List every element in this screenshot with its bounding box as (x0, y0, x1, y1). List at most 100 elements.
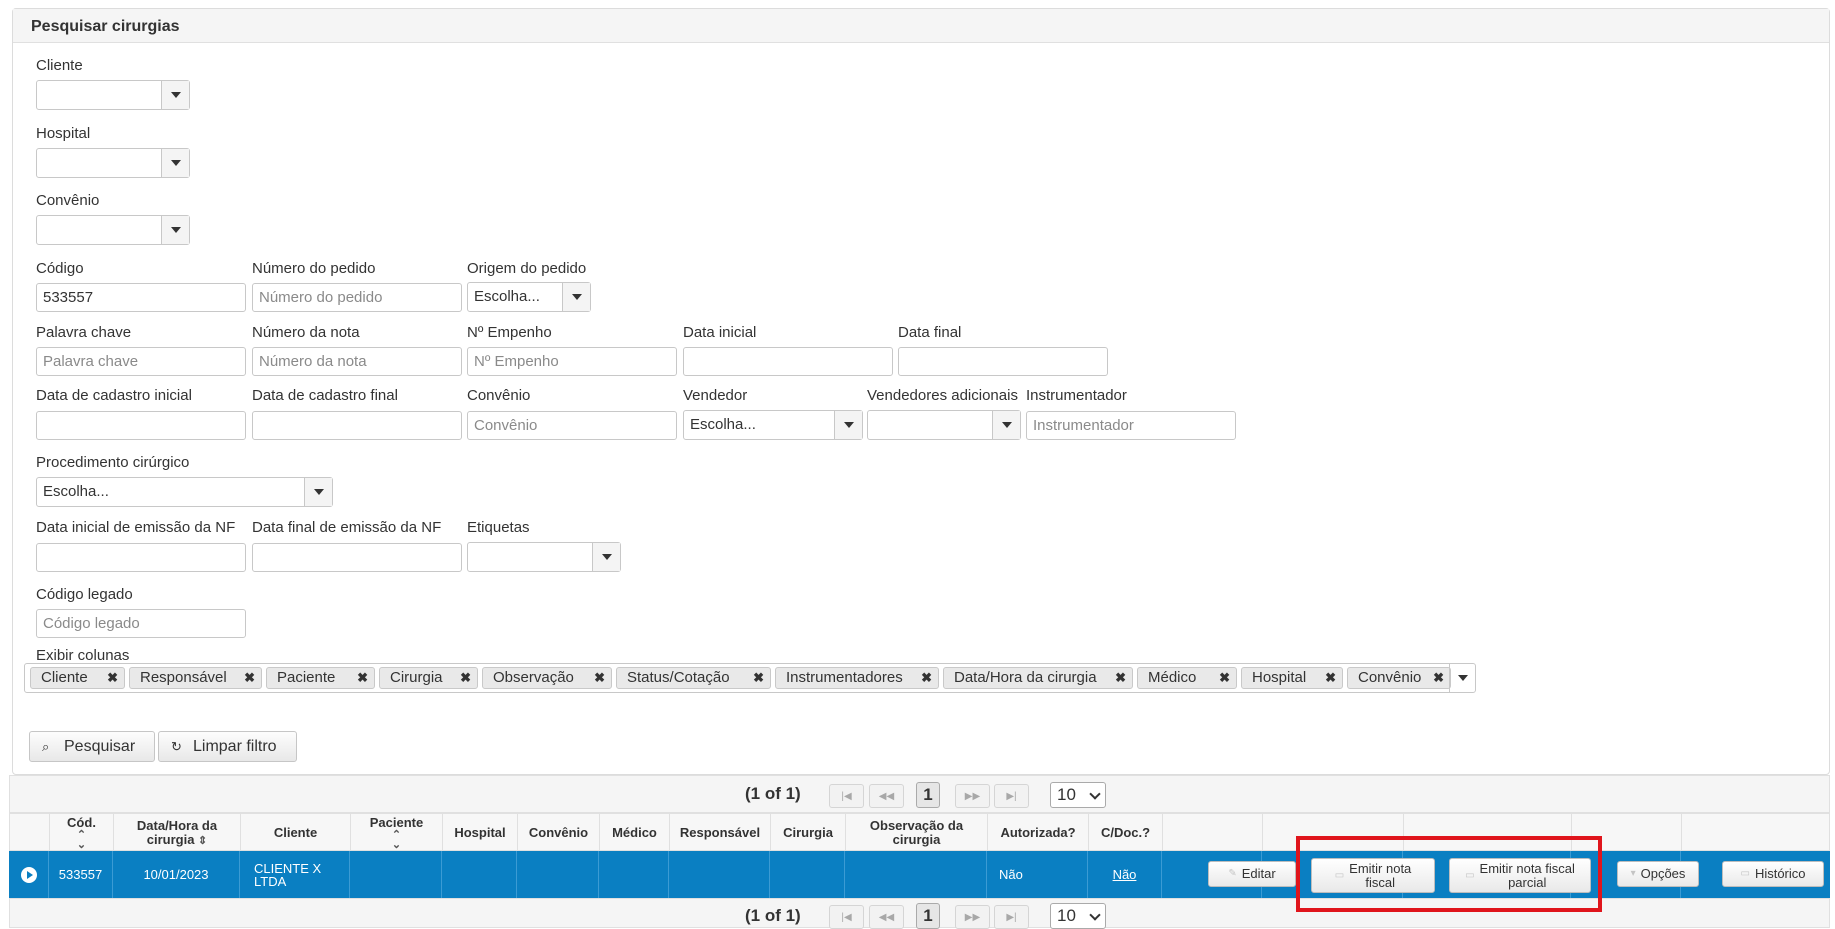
chevron-down-icon[interactable] (161, 149, 189, 177)
numero-pedido-label: Número do pedido (252, 260, 376, 277)
origem-pedido-select[interactable]: Escolha... (467, 282, 591, 312)
header-cirurgia: Cirurgia (771, 814, 846, 852)
etiquetas-select[interactable] (467, 542, 621, 572)
remove-icon[interactable]: ✖ (460, 670, 471, 686)
remove-icon[interactable]: ✖ (244, 670, 255, 686)
codigo-legado-input[interactable] (36, 609, 246, 638)
historico-button[interactable]: ▭ Histórico (1722, 861, 1824, 887)
next-page-icon[interactable]: ▶▶ (955, 784, 990, 808)
next-page-icon[interactable]: ▶▶ (955, 905, 990, 929)
cdoc-link[interactable]: Não (1088, 851, 1162, 898)
header-observacao: Observação da cirurgia (846, 814, 988, 852)
hospital-select[interactable] (36, 148, 190, 178)
data-final-nf-input[interactable] (252, 543, 462, 572)
cell-paciente (350, 851, 442, 898)
procedimento-label: Procedimento cirúrgico (36, 454, 190, 471)
codigo-input[interactable] (36, 283, 246, 312)
rows-per-page-select[interactable]: 10 (1050, 782, 1106, 808)
vendedor-select[interactable]: Escolha... (683, 410, 863, 440)
palavra-chave-input[interactable] (36, 347, 246, 376)
remove-icon[interactable]: ✖ (1219, 670, 1230, 686)
chevron-down-icon[interactable] (161, 216, 189, 244)
cliente-label: Cliente (36, 57, 83, 74)
data-cadastro-final-label: Data de cadastro final (252, 387, 398, 404)
exibir-colunas-multiselect[interactable]: Cliente ✖ Responsável ✖ Paciente ✖ Cirurgia… (24, 663, 1476, 693)
instrumentador-label: Instrumentador (1026, 387, 1127, 404)
column-chip: Observação ✖ (482, 667, 612, 689)
cliente-select[interactable] (36, 80, 190, 110)
data-cadastro-inicial-input[interactable] (36, 411, 246, 440)
data-inicial-nf-label: Data inicial de emissão da NF (36, 519, 236, 536)
page-info: (1 of 1) (745, 784, 801, 803)
codigo-legado-label: Código legado (36, 586, 133, 603)
last-page-icon[interactable]: ▶| (994, 784, 1029, 808)
procedimento-select[interactable]: Escolha... (36, 477, 333, 507)
pesquisar-button[interactable]: ⌕ Pesquisar (29, 731, 155, 762)
header-emitir-parcial-col (1404, 814, 1572, 852)
chevron-down-icon[interactable] (1449, 664, 1475, 692)
numero-nota-input[interactable] (252, 347, 462, 376)
document-icon: ▭ (1334, 869, 1345, 881)
history-icon: ▭ (1740, 868, 1750, 879)
last-page-icon[interactable]: ▶| (994, 905, 1029, 929)
opcoes-button[interactable]: ▾ Opções (1617, 861, 1699, 887)
instrumentador-input[interactable] (1026, 411, 1236, 440)
data-inicial-input[interactable] (683, 347, 893, 376)
current-page[interactable]: 1 (916, 782, 940, 808)
chevron-down-icon[interactable] (834, 411, 862, 439)
expander-cell[interactable] (9, 851, 49, 898)
table-header: Cód. ⌃ ⌄ Data/Hora da cirurgia ⇕ Cliente Pa… (9, 813, 1831, 852)
convenio-select[interactable] (36, 215, 190, 245)
convenio-text-label: Convênio (467, 387, 531, 404)
cell-observacao (845, 851, 987, 898)
prev-page-icon[interactable]: ◀◀ (869, 905, 904, 929)
data-cadastro-final-input[interactable] (252, 411, 462, 440)
remove-icon[interactable]: ✖ (594, 670, 605, 686)
empenho-input[interactable] (467, 347, 677, 376)
header-data-hora[interactable]: Data/Hora da cirurgia ⇕ (114, 814, 241, 852)
expand-icon[interactable] (20, 866, 37, 883)
header-cod[interactable]: Cód. ⌃ ⌄ (50, 814, 114, 852)
first-page-icon[interactable]: |◀ (829, 784, 864, 808)
data-final-input[interactable] (898, 347, 1108, 376)
cell-convenio (517, 851, 599, 898)
data-inicial-nf-input[interactable] (36, 543, 246, 572)
remove-icon[interactable]: ✖ (1325, 670, 1336, 686)
current-page[interactable]: 1 (916, 903, 940, 929)
prev-page-icon[interactable]: ◀◀ (869, 784, 904, 808)
chevron-down-icon[interactable] (161, 81, 189, 109)
remove-icon[interactable]: ✖ (1115, 670, 1126, 686)
empenho-label: Nº Empenho (467, 324, 552, 341)
emitir-nota-fiscal-button[interactable]: ▭ Emitir nota fiscal (1311, 858, 1435, 893)
column-chip: Convênio ✖ (1347, 667, 1451, 689)
header-historico-col (1682, 814, 1831, 852)
remove-icon[interactable]: ✖ (1433, 670, 1444, 686)
refresh-icon: ↻ (171, 739, 182, 754)
table-row[interactable]: 533557 10/01/2023 CLIENTE X LTDA Não Não … (9, 851, 1830, 898)
convenio-input[interactable] (467, 411, 677, 440)
chevron-down-icon[interactable] (992, 411, 1020, 439)
chevron-down-icon[interactable] (562, 283, 590, 311)
remove-icon[interactable]: ✖ (753, 670, 764, 686)
chevron-down-icon (1089, 909, 1101, 921)
header-cdoc: C/Doc.? (1089, 814, 1163, 852)
emitir-nota-fiscal-parcial-button[interactable]: ▭ Emitir nota fiscal parcial (1449, 858, 1591, 893)
data-final-nf-label: Data final de emissão da NF (252, 519, 442, 536)
column-chip: Status/Cotação ✖ (616, 667, 771, 689)
remove-icon[interactable]: ✖ (357, 670, 368, 686)
chevron-down-icon[interactable] (592, 543, 620, 571)
vendedores-adicionais-select[interactable] (867, 410, 1021, 440)
remove-icon[interactable]: ✖ (921, 670, 932, 686)
cell-cliente: CLIENTE X LTDA (240, 851, 350, 898)
editar-button[interactable]: ✎ Editar (1208, 861, 1296, 887)
header-opcoes-col (1572, 814, 1682, 852)
header-paciente[interactable]: Paciente ⌃ ⌄ (351, 814, 443, 852)
numero-pedido-input[interactable] (252, 283, 462, 312)
first-page-icon[interactable]: |◀ (829, 905, 864, 929)
rows-per-page-select[interactable]: 10 (1050, 903, 1106, 929)
convenio-select-label: Convênio (36, 192, 100, 209)
limpar-filtro-button[interactable]: ↻ Limpar filtro (158, 731, 297, 762)
remove-icon[interactable]: ✖ (107, 670, 118, 686)
chevron-down-icon[interactable] (304, 478, 332, 506)
page-info: (1 of 1) (745, 906, 801, 925)
